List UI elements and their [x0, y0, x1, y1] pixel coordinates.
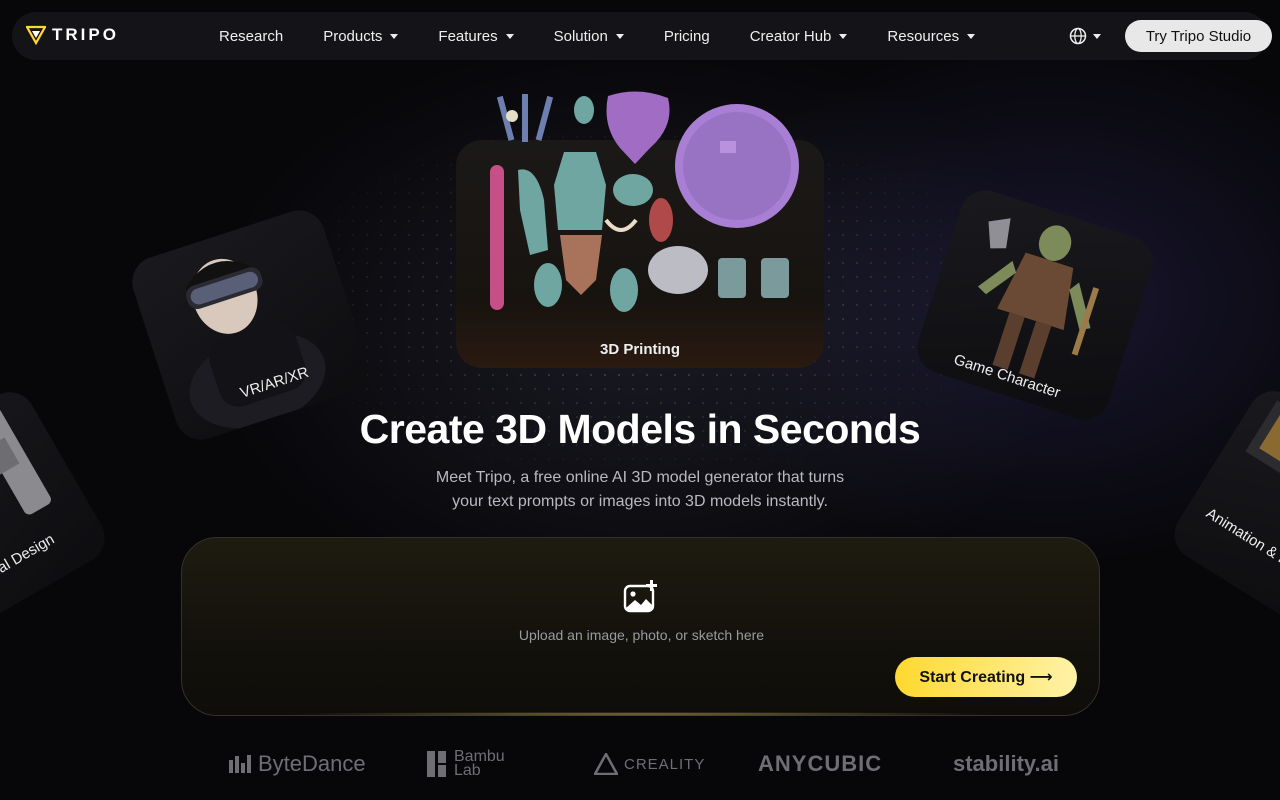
tripo-logo[interactable]: TRIPO: [26, 25, 119, 45]
partner-logo-stability-ai: stability.ai: [953, 744, 1059, 784]
nav-item-research-label: Research: [219, 27, 284, 45]
nav-item-solution[interactable]: Solution: [554, 28, 624, 45]
nav-item-features[interactable]: Features: [438, 27, 514, 45]
nav-item-resources[interactable]: Resources: [887, 27, 976, 45]
top-navbar: TRIPO Research Products Features Solutio…: [12, 12, 1272, 60]
image-upload-dropzone[interactable]: Upload an image, photo, or sketch here S…: [181, 537, 1100, 716]
partner-logos: ByteDance Bambu Lab CREALITY ANYCUBIC st…: [0, 744, 1280, 784]
nav-item-features-label: Features: [438, 27, 498, 45]
partner-name-anycubic: ANYCUBIC: [758, 751, 883, 776]
chevron-down-icon: [390, 33, 399, 39]
try-tripo-studio-button[interactable]: Try Tripo Studio: [1125, 20, 1272, 52]
partner-logo-bambu-lab: Bambu Lab: [426, 744, 514, 784]
nav-item-products-label: Products: [323, 27, 383, 45]
nav-item-resources-label: Resources: [887, 27, 960, 45]
partner-name-creality: CREALITY: [624, 755, 706, 773]
nav-item-pricing-label: Pricing: [663, 27, 710, 45]
nav-item-research[interactable]: Research: [219, 28, 283, 45]
partner-name-stability-ai: stability.ai: [953, 751, 1059, 776]
upload-glow: [280, 712, 1000, 716]
hero-title: Create 3D Models in Seconds: [359, 406, 921, 452]
nav-item-solution-label: Solution: [553, 27, 608, 45]
nav-item-creator-hub[interactable]: Creator Hub: [750, 28, 848, 45]
hero-subtitle: Meet Tripo, a free online AI 3D model ge…: [435, 469, 845, 510]
tripo-logo-icon: [26, 25, 46, 45]
partner-name-bambu-lab: Bambu Lab: [454, 748, 505, 779]
partner-logo-creality: CREALITY: [594, 744, 705, 784]
chevron-down-icon: [505, 33, 514, 39]
main-menu: Research Products Features Solution Pric…: [219, 12, 1015, 60]
language-selector[interactable]: [1069, 27, 1101, 45]
partner-logo-bytedance: ByteDance: [228, 744, 366, 784]
nav-item-pricing[interactable]: Pricing: [664, 28, 710, 45]
nav-item-products[interactable]: Products: [323, 27, 399, 45]
upload-prompt-text[interactable]: Upload an image, photo, or sketch here: [182, 627, 1101, 643]
chevron-down-icon: [1093, 33, 1101, 39]
creality-icon: [594, 753, 618, 775]
bambu-lab-icon: [427, 751, 446, 777]
partner-logo-anycubic: ANYCUBIC: [758, 744, 882, 784]
3d-printing-label: 3D Printing: [599, 341, 680, 358]
chevron-down-icon: [967, 33, 976, 39]
tripo-logo-text: TRIPO: [52, 25, 119, 44]
page: Industrial Design Animation & F VR/AR/XR: [0, 0, 1280, 800]
chevron-down-icon: [615, 33, 624, 39]
image-add-icon[interactable]: [623, 580, 659, 614]
start-creating-button[interactable]: Start Creating ⟶: [895, 657, 1077, 697]
chevron-down-icon: [839, 33, 848, 39]
globe-icon: [1069, 27, 1087, 45]
nav-item-creator-hub-label: Creator Hub: [749, 27, 832, 45]
partner-name-bytedance: ByteDance: [258, 751, 366, 776]
bytedance-icon: [229, 755, 251, 773]
3d-printing-overflow-parts-image: [496, 91, 799, 228]
